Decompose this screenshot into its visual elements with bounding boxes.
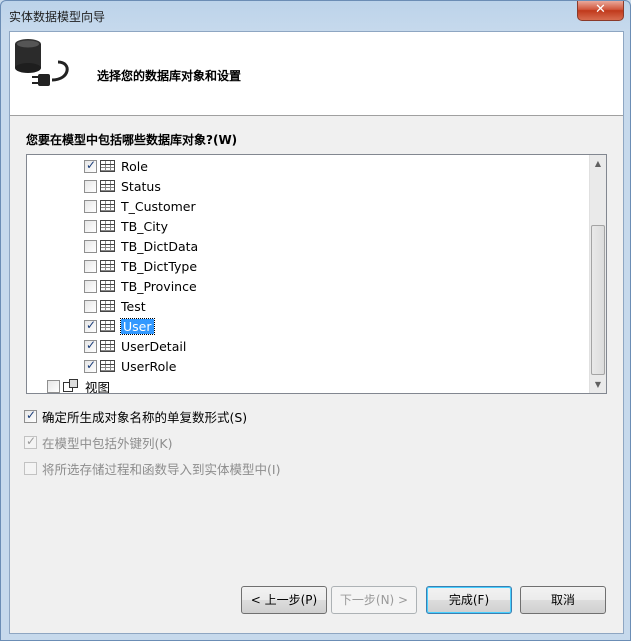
tree-item-label: TB_DictData [121,238,199,254]
tree-item-label: TB_City [121,218,168,234]
tree-item-user[interactable]: User [84,316,155,336]
tree-item-tb-province[interactable]: TB_Province [84,276,197,296]
page-title: 选择您的数据库对象和设置 [97,69,242,83]
tree-item-label: Role [121,158,148,174]
pluralize-checkbox[interactable] [24,408,37,423]
tree-item-label-selected: User [120,317,155,335]
tree-checkbox[interactable] [84,158,97,173]
table-icon [100,180,115,192]
foreign-keys-option: 在模型中包括外键列(K) [24,433,172,452]
vertical-scrollbar[interactable]: ▲ ▼ [589,155,606,393]
tree-item-test[interactable]: Test [84,296,146,316]
tree-item-label: UserRole [121,358,177,374]
tree-item-label: T_Customer [121,198,196,214]
import-procs-checkbox [24,462,37,475]
table-icon [100,260,115,272]
tree-checkbox[interactable] [84,179,97,193]
tree-item-t-customer[interactable]: T_Customer [84,196,196,216]
scrollbar-thumb[interactable] [591,225,605,375]
table-icon [100,220,115,232]
wizard-window: 实体数据模型向导 ✕ 选择您的数据库对象和设置 您要在模型中包括哪些数据库对象?… [0,0,631,641]
wizard-client-area: 选择您的数据库对象和设置 您要在模型中包括哪些数据库对象?(W) Role St… [9,31,624,634]
table-icon [100,240,115,252]
tree-item-role[interactable]: Role [84,156,148,176]
import-procs-option: 将所选存储过程和函数导入到实体模型中(I) [24,459,280,478]
tree-checkbox[interactable] [84,239,97,253]
finish-button[interactable]: 完成(F) [426,586,512,614]
tree-item-label: Status [121,178,161,194]
pluralize-option[interactable]: 确定所生成对象名称的单复数形式(S) [24,407,247,426]
tree-item-views[interactable]: 视图 [47,376,111,394]
tree-item-label: TB_Province [121,278,197,294]
window-title: 实体数据模型向导 [9,10,106,24]
tree-checkbox[interactable] [84,279,97,293]
table-icon [100,320,115,332]
tree-checkbox[interactable] [84,299,97,313]
tree-item-tb-dicttype[interactable]: TB_DictType [84,256,197,276]
view-icon [63,379,79,393]
prev-button[interactable]: < 上一步(P) [241,586,327,614]
table-icon [100,340,115,352]
tree-checkbox[interactable] [84,199,97,213]
title-bar: 实体数据模型向导 ✕ [1,1,630,31]
close-button[interactable]: ✕ [577,1,624,21]
close-icon: ✕ [595,2,606,17]
tree-checkbox[interactable] [84,358,97,373]
tree-item-userdetail[interactable]: UserDetail [84,336,186,356]
table-icon [100,160,115,172]
table-icon [100,280,115,292]
table-icon [100,300,115,312]
foreign-keys-checkbox [24,434,37,449]
tree-checkbox[interactable] [47,379,60,393]
table-icon [100,360,115,372]
tree-checkbox[interactable] [84,318,97,333]
tree-item-status[interactable]: Status [84,176,161,196]
objects-prompt-label: 您要在模型中包括哪些数据库对象?(W) [26,133,238,147]
table-icon [100,200,115,212]
tree-item-tb-dictdata[interactable]: TB_DictData [84,236,198,256]
tree-checkbox[interactable] [84,338,97,353]
foreign-keys-label: 在模型中包括外键列(K) [42,436,173,451]
tree-item-label: UserDetail [121,338,187,354]
cancel-button[interactable]: 取消 [520,586,606,614]
tree-item-label: 视图 [85,379,111,394]
wizard-header: 选择您的数据库对象和设置 [10,32,623,116]
scroll-up-arrow-icon[interactable]: ▲ [590,155,606,172]
tree-item-tb-city[interactable]: TB_City [84,216,168,236]
import-procs-label: 将所选存储过程和函数导入到实体模型中(I) [42,462,281,477]
tree-item-label: Test [121,298,146,314]
tree-item-userrole[interactable]: UserRole [84,356,176,376]
pluralize-label: 确定所生成对象名称的单复数形式(S) [42,410,248,425]
scroll-down-arrow-icon[interactable]: ▼ [590,376,606,393]
tree-checkbox[interactable] [84,259,97,273]
database-objects-tree[interactable]: Role Status T_Customer TB_City TB_DictDa [26,154,607,394]
database-plug-icon [15,39,69,86]
next-button: 下一步(N) > [331,586,417,614]
tree-item-label: TB_DictType [121,258,198,274]
tree-checkbox[interactable] [84,219,97,233]
